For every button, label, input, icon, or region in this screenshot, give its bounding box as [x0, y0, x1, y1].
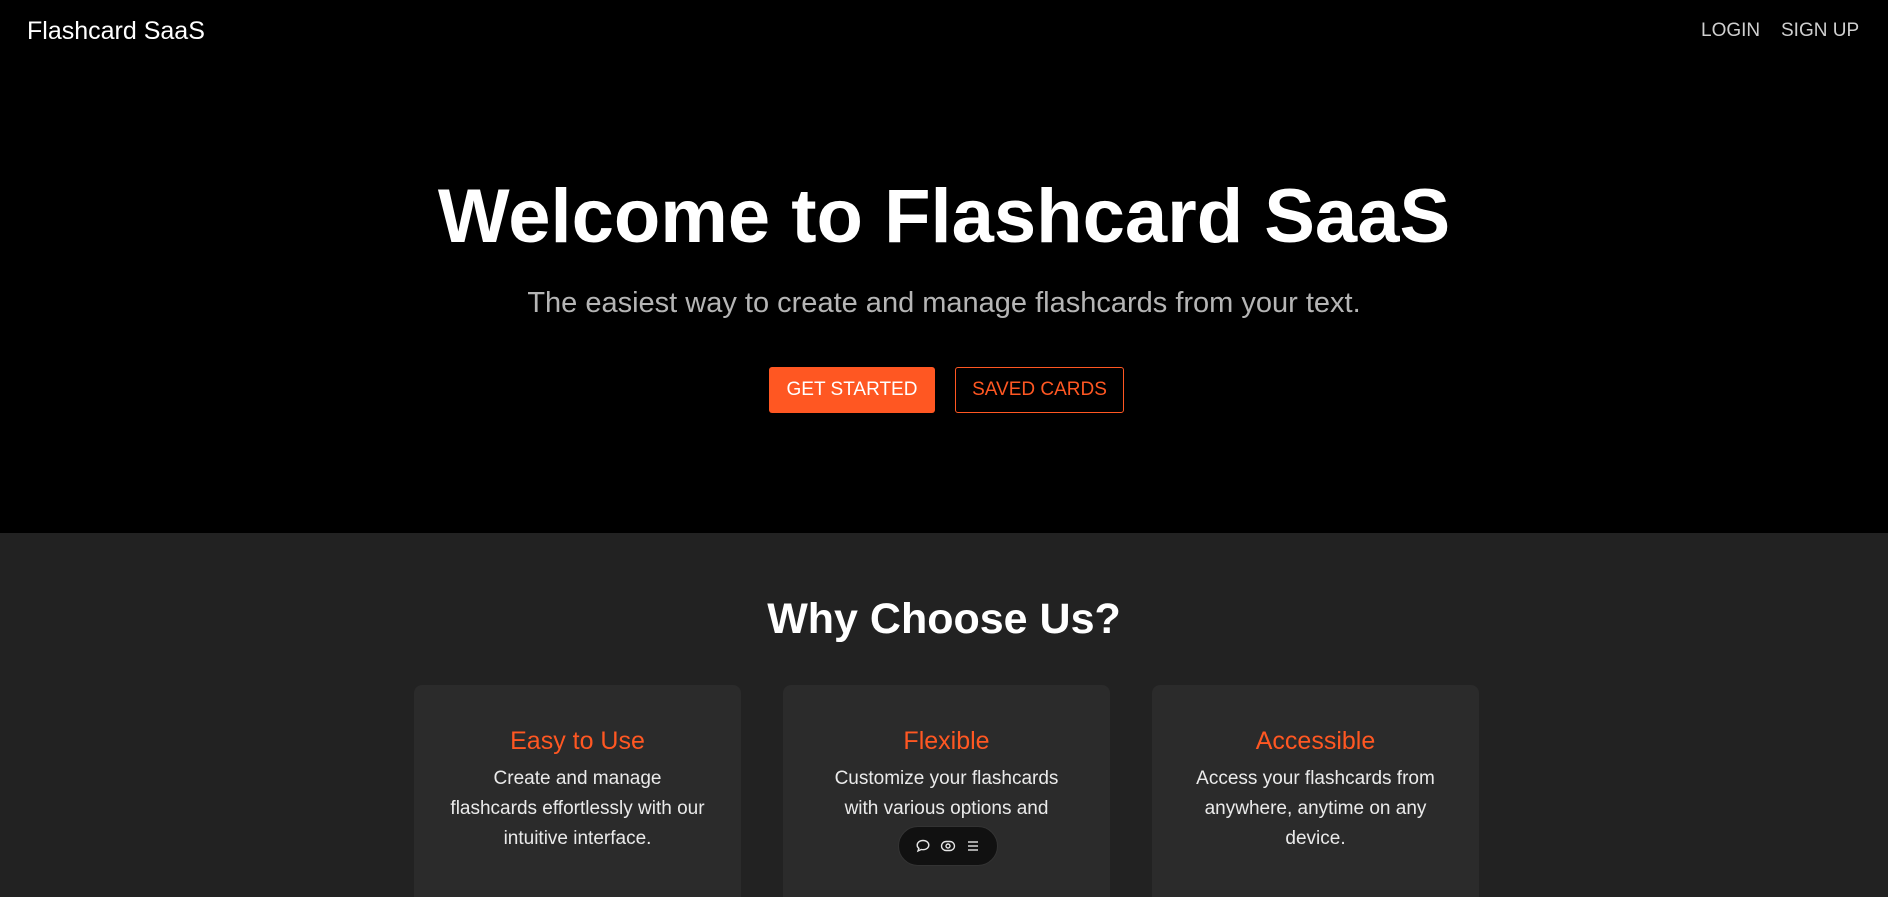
floating-toolbar	[898, 826, 998, 866]
hero-title: Welcome to Flashcard SaaS	[437, 174, 1451, 259]
brand-logo-text[interactable]: Flashcard SaaS	[27, 16, 205, 46]
login-link[interactable]: LOGIN	[1701, 19, 1760, 43]
signup-link[interactable]: SIGN UP	[1781, 19, 1859, 43]
eye-icon[interactable]	[939, 837, 957, 855]
feature-card-title: Flexible	[903, 727, 990, 755]
page: Flashcard SaaS LOGIN SIGN UP Welcome to …	[0, 0, 1888, 897]
feature-card-text: Create and manage flashcards effortlessl…	[450, 768, 705, 849]
feature-card-text: Customize your flashcards with various o…	[834, 768, 1059, 819]
hero-section: Welcome to Flashcard SaaS The easiest wa…	[0, 62, 1888, 533]
get-started-button[interactable]: GET STARTED	[769, 367, 935, 413]
navbar: Flashcard SaaS LOGIN SIGN UP	[0, 0, 1888, 62]
comment-icon[interactable]	[914, 837, 932, 855]
feature-card-easy-to-use: Easy to Use Create and manage flashcards…	[414, 685, 741, 897]
feature-card-accessible: Accessible Access your flashcards from a…	[1152, 685, 1479, 897]
menu-icon[interactable]	[964, 837, 982, 855]
features-title: Why Choose Us?	[767, 595, 1121, 643]
saved-cards-button[interactable]: SAVED CARDS	[955, 367, 1124, 413]
hero-subtitle: The easiest way to create and manage fla…	[527, 287, 1361, 319]
feature-card-text: Access your flashcards from anywhere, an…	[1196, 768, 1435, 849]
feature-card-title: Easy to Use	[510, 727, 645, 755]
feature-card-title: Accessible	[1255, 727, 1376, 755]
